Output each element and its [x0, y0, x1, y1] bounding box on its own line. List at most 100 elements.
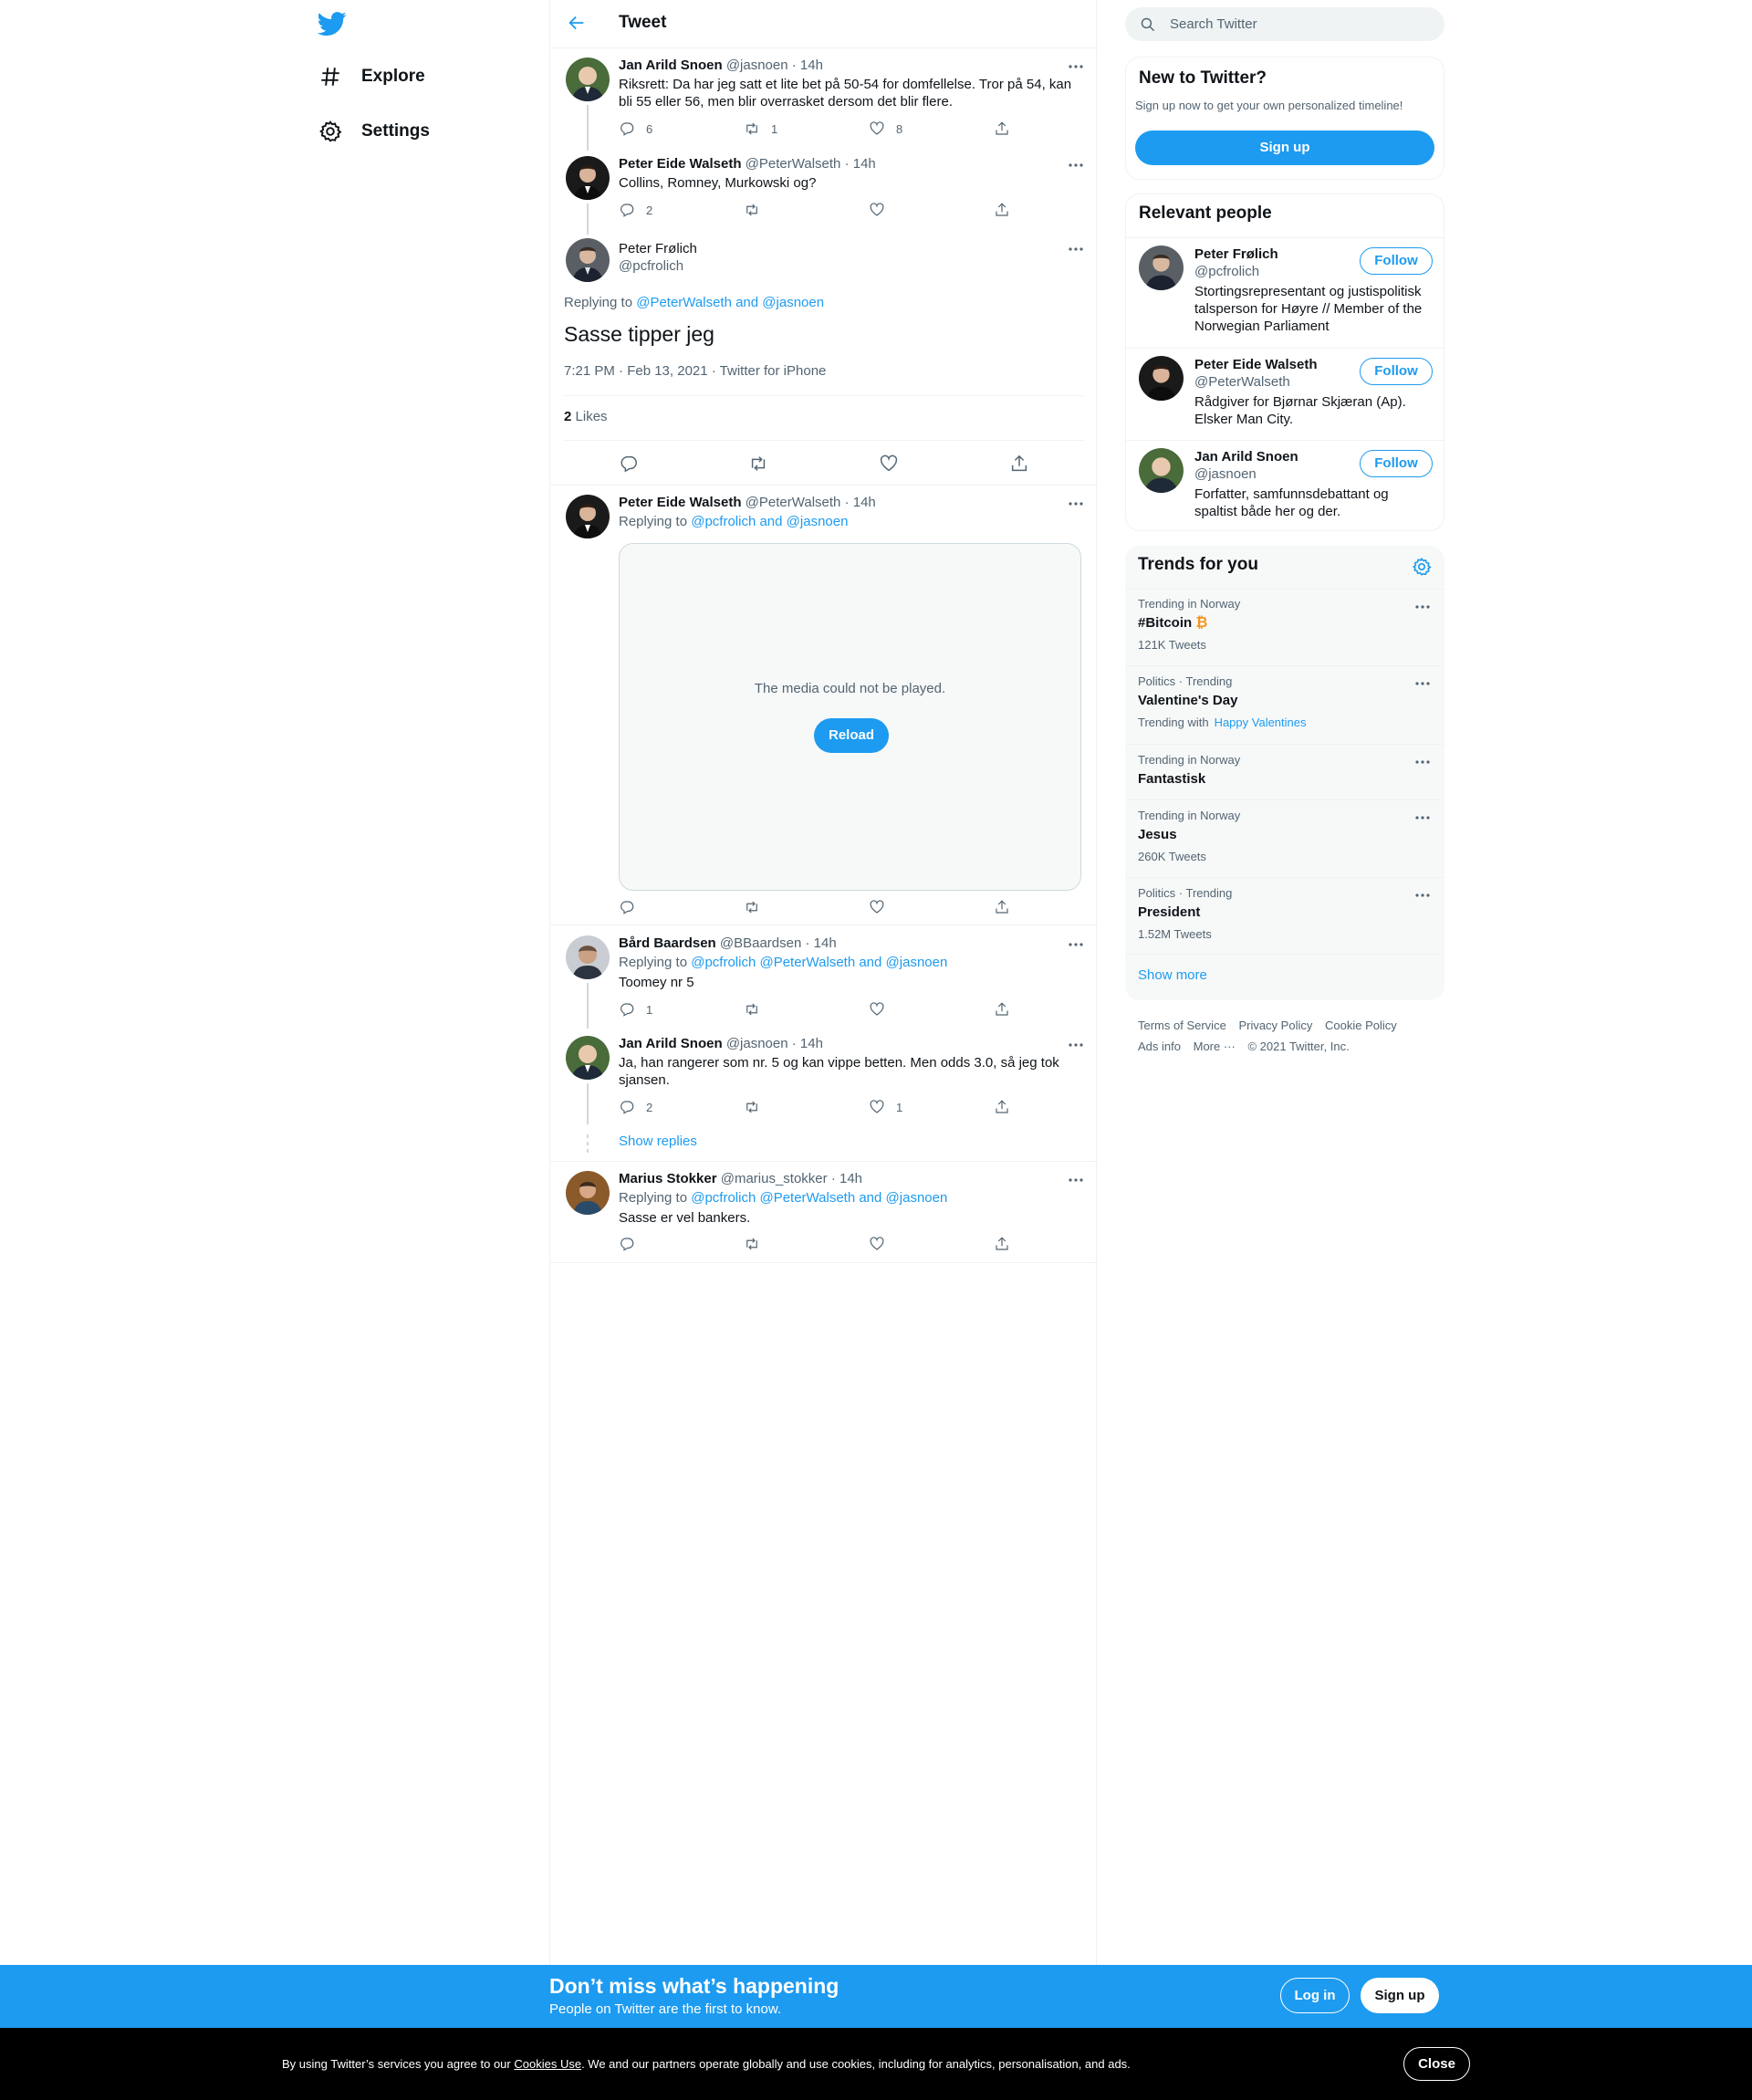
share-button[interactable] [994, 120, 1010, 137]
share-button[interactable] [1009, 454, 1029, 474]
show-more-row[interactable]: Show more [1125, 954, 1444, 1000]
search-input[interactable] [1170, 16, 1425, 32]
reply-button[interactable] [619, 899, 635, 915]
tweet-author[interactable]: Peter Eide Walseth @PeterWalseth · 14h [619, 156, 876, 172]
tweet-author[interactable]: Bård Baardsen @BBaardsen · 14h [619, 935, 837, 951]
tweet-author[interactable]: Marius Stokker @marius_stokker · 14h [619, 1171, 862, 1186]
replying-to-links[interactable]: @pcfrolich @PeterWalseth and @jasnoen [691, 955, 947, 970]
reply-marius-stokker[interactable]: Marius Stokker @marius_stokker · 14h Rep… [550, 1162, 1098, 1263]
replying-to-links[interactable]: @PeterWalseth and @jasnoen [636, 295, 824, 310]
avatar[interactable] [566, 1036, 610, 1080]
reply-button[interactable]: 1 [619, 1001, 652, 1018]
trending-with-link[interactable]: Happy Valentines [1215, 716, 1307, 729]
like-button[interactable] [869, 202, 885, 218]
tweet-author[interactable]: Jan Arild Snoen @jasnoen · 14h [619, 1036, 823, 1051]
retweet-button[interactable] [744, 1099, 760, 1115]
more-icon[interactable] [1067, 158, 1085, 172]
trend-item[interactable]: Politics · Trending Valentine's Day Tren… [1125, 665, 1444, 744]
nav-settings[interactable]: Settings [318, 113, 430, 150]
footer-link[interactable]: More ··· [1194, 1040, 1236, 1053]
reply-button[interactable]: 2 [619, 202, 652, 218]
share-button[interactable] [994, 202, 1010, 218]
more-icon[interactable] [1413, 677, 1432, 690]
more-icon[interactable] [1067, 496, 1085, 511]
avatar[interactable] [566, 238, 610, 282]
reply-jan-arild-snoen[interactable]: Jan Arild Snoen @jasnoen · 14h Ja, han r… [550, 1027, 1098, 1162]
like-button[interactable] [869, 899, 885, 915]
close-button[interactable]: Close [1403, 2047, 1470, 2081]
media-player[interactable]: The media could not be played. Reload [619, 543, 1081, 891]
share-button[interactable] [994, 899, 1010, 915]
avatar[interactable] [1139, 246, 1184, 290]
relevant-person[interactable]: Jan Arild Snoen @jasnoen Forfatter, samf… [1126, 440, 1445, 531]
banner-sign-up-button[interactable]: Sign up [1361, 1978, 1439, 2013]
relevant-person[interactable]: Peter Eide Walseth @PeterWalseth Rådgive… [1126, 348, 1445, 440]
retweet-button[interactable] [744, 1001, 760, 1018]
share-button[interactable] [994, 1001, 1010, 1018]
cookies-use-link[interactable]: Cookies Use [514, 2057, 581, 2071]
tweet-timestamp[interactable]: 7:21 PM · Feb 13, 2021 · Twitter for iPh… [564, 363, 826, 379]
more-icon[interactable] [1413, 601, 1432, 613]
author-name[interactable]: Peter Frølich [619, 241, 697, 256]
tweet-jan-arild-snoen[interactable]: Jan Arild Snoen @jasnoen · 14h Riksrett:… [550, 48, 1098, 151]
like-button[interactable] [879, 454, 899, 474]
share-button[interactable] [994, 1236, 1010, 1252]
more-icon[interactable] [1067, 937, 1085, 952]
trend-item[interactable]: Politics · Trending President 1.52M Twee… [1125, 877, 1444, 954]
reply-button[interactable]: 2 [619, 1099, 652, 1115]
more-icon[interactable] [1413, 889, 1432, 902]
tweet-author[interactable]: Jan Arild Snoen @jasnoen · 14h [619, 57, 823, 73]
footer-link[interactable]: Cookie Policy [1325, 1019, 1397, 1032]
like-button[interactable] [869, 1236, 885, 1252]
avatar[interactable] [1139, 356, 1184, 401]
avatar[interactable] [566, 156, 610, 200]
reply-peter-eide-walseth[interactable]: Peter Eide Walseth @PeterWalseth · 14h R… [550, 486, 1098, 925]
reply-button[interactable] [619, 454, 639, 474]
reply-button[interactable] [619, 1236, 635, 1252]
like-button[interactable]: 8 [869, 120, 902, 137]
likes-stat[interactable]: 2 Likes [564, 409, 608, 424]
avatar[interactable] [566, 495, 610, 538]
follow-button[interactable]: Follow [1360, 450, 1433, 477]
nav-explore[interactable]: Explore [318, 58, 425, 95]
like-button[interactable] [869, 1001, 885, 1018]
follow-button[interactable]: Follow [1360, 358, 1433, 385]
log-in-button[interactable]: Log in [1280, 1978, 1350, 2013]
avatar[interactable] [566, 1171, 610, 1215]
retweet-button[interactable] [748, 454, 768, 474]
author-handle[interactable]: @pcfrolich [619, 258, 683, 274]
tweet-author[interactable]: Peter Eide Walseth @PeterWalseth · 14h [619, 495, 876, 510]
tweet-peter-eide-walseth[interactable]: Peter Eide Walseth @PeterWalseth · 14h C… [550, 147, 1098, 235]
replying-to-links[interactable]: @pcfrolich @PeterWalseth and @jasnoen [691, 1190, 947, 1206]
back-arrow-icon[interactable] [567, 13, 590, 37]
search-box[interactable] [1125, 7, 1444, 41]
reload-button[interactable]: Reload [814, 718, 889, 753]
avatar[interactable] [566, 935, 610, 979]
more-icon[interactable] [1413, 756, 1432, 768]
share-button[interactable] [994, 1099, 1010, 1115]
retweet-button[interactable] [744, 202, 760, 218]
more-icon[interactable] [1067, 1038, 1085, 1052]
more-icon[interactable] [1067, 59, 1085, 74]
footer-link[interactable]: Ads info [1138, 1040, 1181, 1053]
replying-to-links[interactable]: @pcfrolich and @jasnoen [691, 514, 848, 529]
show-more-link[interactable]: Show more [1138, 967, 1207, 983]
retweet-button[interactable] [744, 1236, 760, 1252]
more-icon[interactable] [1067, 242, 1085, 256]
retweet-button[interactable]: 1 [744, 120, 777, 137]
relevant-person[interactable]: Peter Frølich @pcfrolich Stortingsrepres… [1126, 237, 1445, 348]
trend-item[interactable]: Trending in Norway #Bitcoin ₿ 121K Tweet… [1125, 589, 1444, 665]
more-icon[interactable] [1067, 1173, 1085, 1187]
footer-link[interactable]: Terms of Service [1138, 1019, 1226, 1032]
avatar[interactable] [1139, 448, 1184, 493]
trend-item[interactable]: Trending in Norway Jesus 260K Tweets [1125, 799, 1444, 877]
footer-link[interactable]: Privacy Policy [1238, 1019, 1312, 1032]
show-replies-link[interactable]: Show replies [619, 1134, 697, 1149]
follow-button[interactable]: Follow [1360, 247, 1433, 275]
more-icon[interactable] [1413, 811, 1432, 824]
retweet-button[interactable] [744, 899, 760, 915]
reply-bard-baardsen[interactable]: Bård Baardsen @BBaardsen · 14h Replying … [550, 926, 1098, 1029]
reply-button[interactable]: 6 [619, 120, 652, 137]
sign-up-button[interactable]: Sign up [1135, 131, 1434, 165]
like-button[interactable]: 1 [869, 1099, 902, 1115]
